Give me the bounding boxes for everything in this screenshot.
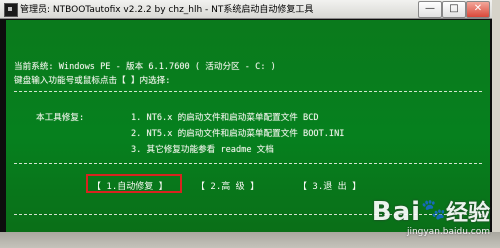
repair-item-2: 2. NT5.x 的启动文件和启动菜单配置文件 BOOT.INI [131, 129, 345, 139]
repair-item-3: 3. 其它修复功能参看 readme 文档 [131, 145, 274, 155]
desktop-edge [492, 0, 500, 248]
advanced-button[interactable]: 【 2.高 级 】 [196, 179, 259, 192]
title-bar[interactable]: 管理员: NTBOOTautofix v2.2.2 by chz_hlh - N… [0, 0, 492, 19]
minimize-button[interactable]: — [418, 1, 442, 18]
input-prompt-line: 键盘输入功能号或鼠标点击【 】内选择: [14, 76, 171, 86]
middle-divider [14, 163, 482, 164]
repair-item-1: 1. NT6.x 的启动文件和启动菜单配置文件 BCD [131, 113, 319, 123]
baidu-watermark-url: jingyan.baidu.com [406, 227, 490, 237]
repair-heading: 本工具修复: [36, 113, 85, 123]
baidu-logo-text: Bai [371, 197, 422, 227]
baidu-watermark: Bai🐾经验 jingyan.baidu.com [371, 195, 490, 237]
auto-repair-button[interactable]: 【 1.自动修复 】 [92, 179, 168, 192]
close-button[interactable]: ✕ [466, 1, 490, 18]
window-title: 管理员: NTBOOTautofix v2.2.2 by chz_hlh - N… [20, 5, 314, 15]
current-system-line: 当前系统: Windows PE - 版本 6.1.7600 ( 活动分区 - … [14, 62, 276, 72]
top-divider [14, 91, 482, 92]
baidu-paw-icon: 🐾 [421, 197, 446, 221]
maximize-button[interactable]: □ [442, 1, 466, 18]
console-app-icon [4, 3, 18, 17]
exit-button[interactable]: 【 3.退 出 】 [298, 179, 361, 192]
baidu-jingyan-text: 经验 [445, 201, 490, 226]
